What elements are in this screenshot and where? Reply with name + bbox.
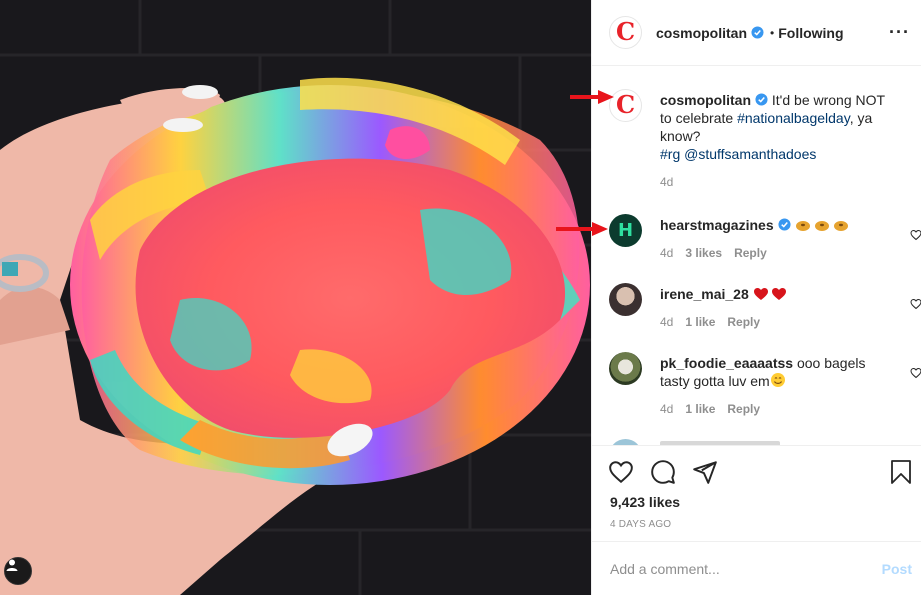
reply-button[interactable]: Reply xyxy=(727,313,760,331)
separator-dot: • xyxy=(770,25,775,40)
share-icon[interactable] xyxy=(692,459,718,485)
post-age[interactable]: 4 DAYS AGO xyxy=(610,519,671,530)
hearst-logo-icon: H xyxy=(617,220,634,241)
comment-likes[interactable]: 3 likes xyxy=(685,244,722,262)
verified-badge-icon xyxy=(751,26,764,39)
like-comment-heart-icon[interactable] xyxy=(910,229,921,241)
commenter-avatar[interactable]: H xyxy=(609,214,642,247)
more-options-icon[interactable]: ··· xyxy=(889,22,910,43)
red-heart-emoji-icon xyxy=(753,288,786,300)
verified-badge-icon xyxy=(755,93,768,106)
comment-time[interactable]: 4d xyxy=(660,313,673,331)
like-count[interactable]: 9,423 likes xyxy=(610,494,680,510)
comment-time[interactable]: 4d xyxy=(660,244,673,262)
comment-input[interactable] xyxy=(610,559,860,579)
save-button[interactable] xyxy=(889,459,913,485)
cosmopolitan-logo-icon: C xyxy=(615,16,636,46)
user-tag-button[interactable] xyxy=(4,557,32,585)
reply-button[interactable]: Reply xyxy=(734,244,767,262)
like-comment-heart-icon[interactable] xyxy=(910,367,921,379)
comment-time[interactable]: 4d xyxy=(660,173,673,191)
bookmark-icon xyxy=(891,460,911,484)
add-comment-bar: Post xyxy=(592,541,921,595)
smiling-face-emoji-icon xyxy=(770,373,785,387)
comment-likes[interactable]: 1 like xyxy=(685,313,715,331)
post-photo[interactable] xyxy=(0,0,591,595)
author-username[interactable]: cosmopolitan xyxy=(656,25,747,41)
bagel-emoji-icon xyxy=(795,221,848,231)
commenter-avatar[interactable] xyxy=(609,283,642,316)
red-arrow-annotation-icon xyxy=(556,222,608,236)
rainbow-bagel-image xyxy=(0,0,591,595)
comments-list[interactable]: C cosmopolitan It'd be wrong NOT to cele… xyxy=(592,67,921,445)
verified-badge-icon xyxy=(778,218,791,231)
red-arrow-annotation-icon xyxy=(570,90,614,104)
post-header: C cosmopolitan • Following ··· xyxy=(592,0,921,66)
comment-username[interactable]: hearstmagazines xyxy=(660,217,774,233)
comment-icon[interactable] xyxy=(650,459,676,485)
following-button[interactable]: Following xyxy=(778,25,843,41)
post-actions: 9,423 likes 4 DAYS AGO xyxy=(592,445,921,541)
post-sidebar: C cosmopolitan • Following ··· C cosmopo… xyxy=(591,0,921,595)
hashtag-link[interactable]: #nationalbagelday xyxy=(737,110,850,126)
commenter-avatar[interactable] xyxy=(609,352,642,385)
caption-username[interactable]: cosmopolitan xyxy=(660,92,751,108)
comment-likes[interactable]: 1 like xyxy=(685,400,715,418)
hashtag-link[interactable]: #rg xyxy=(660,146,680,162)
reply-button[interactable]: Reply xyxy=(727,400,760,418)
post-comment-button[interactable]: Post xyxy=(882,561,912,577)
comment-username[interactable]: irene_mai_28 xyxy=(660,286,749,302)
like-comment-heart-icon[interactable] xyxy=(910,298,921,310)
comment-time[interactable]: 4d xyxy=(660,400,673,418)
author-avatar[interactable]: C xyxy=(609,16,642,49)
cosmopolitan-logo-icon: C xyxy=(615,89,636,119)
comment-username[interactable]: pk_foodie_eaaaatss xyxy=(660,355,793,371)
mention-link[interactable]: @stuffsamanthadoes xyxy=(684,146,816,162)
like-heart-icon[interactable] xyxy=(608,459,634,485)
person-icon xyxy=(6,559,18,571)
